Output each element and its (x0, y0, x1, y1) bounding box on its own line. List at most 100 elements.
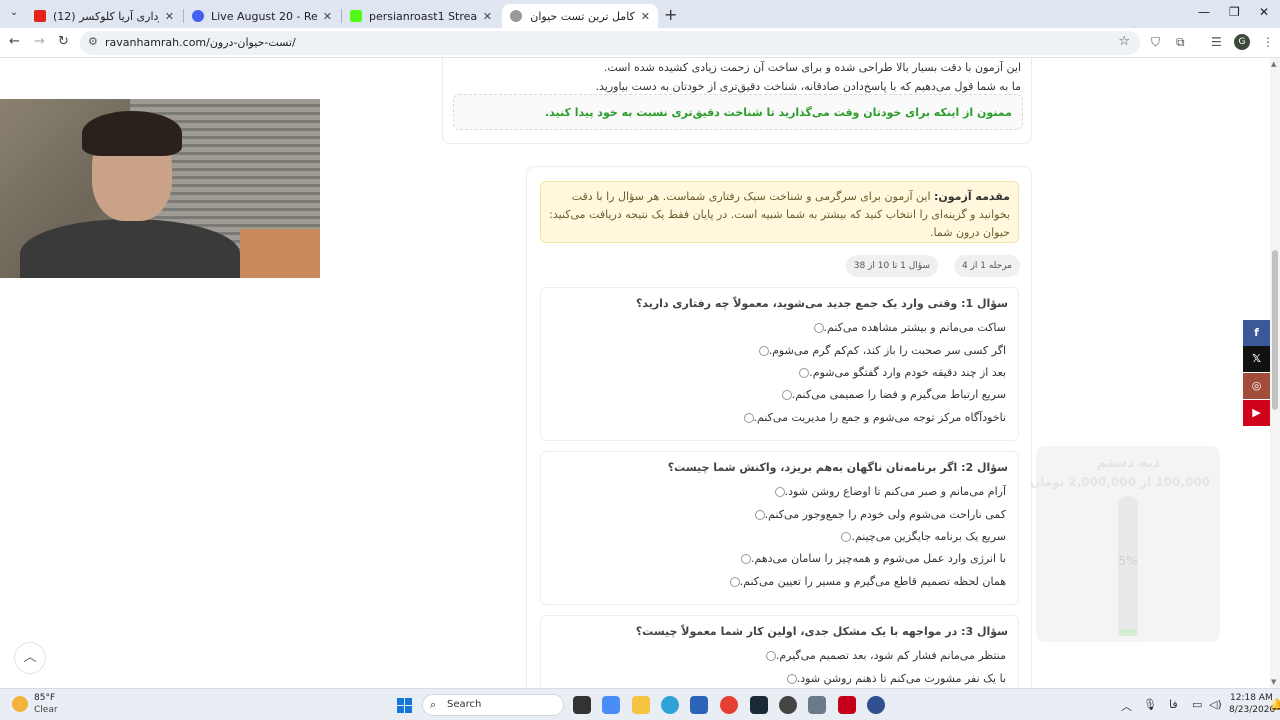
profile-avatar[interactable]: G (1234, 34, 1250, 50)
new-tab-icon[interactable]: + (664, 5, 677, 24)
answer-option[interactable]: ناخودآگاه مرکز توجه می‌شوم و جمع را مدیر… (737, 411, 1006, 424)
answer-option[interactable]: همان لحظه تصمیم قاطع می‌گیرم و مسیر را ت… (723, 575, 1006, 588)
tab-search-icon[interactable]: ⌄ (6, 5, 22, 21)
tray-chevron-icon[interactable]: ︿ (1121, 698, 1132, 714)
radio-button[interactable] (774, 486, 785, 497)
answer-option[interactable]: ساکت می‌مانم و بیشتر مشاهده می‌کنم. (807, 321, 1007, 334)
answer-option[interactable]: سریع ارتباط می‌گیرم و فضا را صمیمی می‌کن… (775, 388, 1006, 401)
answer-option[interactable]: اگر کسی سر صحبت را باز کند، کم‌کم گرم می… (752, 344, 1006, 357)
answer-option[interactable]: با انرژی وارد عمل می‌شوم و همه‌چیز را سا… (734, 552, 1006, 565)
scroll-up-icon[interactable]: ▲ (1271, 60, 1276, 68)
donation-widget[interactable]: دیه دستم 100,000 از 2,000,000 تومان 5% (1030, 446, 1220, 642)
radio-button[interactable] (781, 389, 792, 400)
radio-button[interactable] (813, 322, 824, 333)
radio-button[interactable] (743, 412, 754, 423)
taskbar-search[interactable]: ⌕ Search (422, 694, 564, 716)
option-label: کمی ناراحت می‌شوم ولی خودم را جمع‌وجور م… (764, 508, 1006, 521)
radio-button[interactable] (799, 367, 810, 378)
start-button[interactable] (397, 698, 412, 713)
scroll-down-icon[interactable]: ▼ (1271, 678, 1276, 686)
answer-option[interactable]: بعد از چند دقیقه خودم وارد گفتگو می‌شوم. (792, 366, 1006, 379)
question-card: سؤال 1: وقتی وارد یک جمع جدید می‌شوید، م… (540, 287, 1019, 441)
answer-option[interactable]: با یک نفر مشورت می‌کنم تا ذهنم روشن شود. (780, 672, 1006, 685)
notification-icon[interactable]: 🔔 (1270, 698, 1280, 711)
option-label: سریع ارتباط می‌گیرم و فضا را صمیمی می‌کن… (791, 388, 1006, 401)
forward-icon[interactable]: → (34, 34, 45, 49)
close-window-icon[interactable]: ✕ (1259, 5, 1269, 19)
media-icon[interactable]: ☰ (1211, 35, 1222, 49)
radio-button[interactable] (765, 650, 776, 661)
weather-description[interactable]: Clear (34, 705, 58, 715)
settings-icon[interactable] (808, 696, 826, 714)
copilot-icon[interactable] (602, 696, 620, 714)
close-tab-icon[interactable]: ✕ (165, 10, 174, 23)
x-icon[interactable]: 𝕏 (1243, 346, 1270, 372)
background-cloth (240, 229, 320, 278)
answer-option[interactable]: کمی ناراحت می‌شوم ولی خودم را جمع‌وجور م… (748, 508, 1006, 521)
close-tab-icon[interactable]: ✕ (641, 10, 650, 23)
tab-restream[interactable]: Live August 20 - Restream ✕ (184, 4, 340, 28)
store-icon[interactable] (690, 696, 708, 714)
bookmark-star-icon[interactable]: ☆ (1118, 34, 1130, 49)
obs-icon[interactable] (779, 696, 797, 714)
radio-button[interactable] (741, 553, 751, 564)
question-title: سؤال 2: اگر برنامه‌تان ناگهان به‌هم بریز… (667, 461, 1008, 474)
shield-icon[interactable]: ⛉ (1151, 35, 1160, 50)
tab-youtube[interactable]: (12) کلاهبرداری آریا کلوکسر😱 (... ✕ (26, 4, 182, 28)
answer-option[interactable]: آرام می‌مانم و صبر می‌کنم تا اوضاع روشن … (768, 485, 1006, 498)
option-label: اگر کسی سر صحبت را باز کند، کم‌کم گرم می… (768, 344, 1006, 357)
site-info-icon[interactable]: ⚙ (88, 35, 98, 48)
restream-favicon-icon (192, 10, 204, 22)
question-card: سؤال 2: اگر برنامه‌تان ناگهان به‌هم بریز… (540, 451, 1019, 605)
restore-icon[interactable]: ❐ (1229, 5, 1240, 19)
vivaldi-icon[interactable] (838, 696, 856, 714)
language-icon[interactable]: فا (1169, 698, 1178, 711)
chrome-icon[interactable] (720, 696, 738, 714)
donation-progress: 5% (1118, 496, 1138, 636)
thanks-box: ممنون از اینکه برای خودتان وقت می‌گذارید… (453, 94, 1023, 130)
volume-icon[interactable]: ◁) (1209, 698, 1222, 711)
microphone-icon[interactable]: 🎙 (1143, 698, 1157, 711)
file-explorer-icon[interactable] (632, 696, 650, 714)
app-icon[interactable] (867, 696, 885, 714)
edge-icon[interactable] (661, 696, 679, 714)
option-label: ساکت می‌مانم و بیشتر مشاهده می‌کنم. (823, 321, 1007, 334)
search-icon: ⌕ (430, 698, 437, 711)
network-icon[interactable]: ▭ (1192, 698, 1202, 711)
weather-moon-icon[interactable] (12, 696, 28, 712)
radio-button[interactable] (754, 509, 765, 520)
minimize-icon[interactable]: — (1198, 5, 1210, 19)
page-scrollbar[interactable]: ▲ ▼ (1270, 58, 1280, 688)
facebook-icon[interactable]: f (1243, 320, 1270, 346)
tab-ravanhamrah[interactable]: کامل ترین تست حیوان درون - رو... ✕ (502, 4, 658, 28)
radio-button[interactable] (729, 576, 740, 587)
windows-taskbar: 85°F Clear ⌕ Search ︿ 🎙 فا ▭ ◁) 12:18 AM… (0, 688, 1280, 720)
scroll-thumb[interactable] (1272, 250, 1278, 410)
task-view-icon[interactable] (573, 696, 591, 714)
youtube-icon[interactable]: ▶ (1243, 400, 1270, 426)
back-icon[interactable]: ← (9, 34, 20, 49)
instagram-icon[interactable]: ◎ (1243, 373, 1270, 399)
clock-time[interactable]: 12:18 AM (1230, 693, 1273, 703)
clock-date[interactable]: 8/23/2026 (1229, 705, 1275, 715)
tab-kick[interactable]: persianroast1 Stream - Watch L... ✕ (342, 4, 500, 28)
reload-icon[interactable]: ↻ (58, 34, 69, 49)
back-to-top-button[interactable]: ︿ (14, 642, 46, 674)
radio-button[interactable] (841, 531, 852, 542)
step-badge: مرحله 1 از 4 (953, 255, 1020, 277)
url-text[interactable]: ravanhamrah.com/تست-حیوان-درون/ (105, 36, 296, 49)
donation-title: دیه دستم (1096, 455, 1160, 471)
extensions-icon[interactable]: ⧉ (1176, 35, 1185, 50)
question-card: سؤال 3: در مواجهه با یک مشکل جدی، اولین … (540, 615, 1019, 688)
menu-icon[interactable]: ⋮ (1262, 35, 1274, 49)
weather-temperature[interactable]: 85°F (34, 693, 55, 703)
answer-option[interactable]: سریع یک برنامه جایگزین می‌چینم. (834, 530, 1006, 543)
close-tab-icon[interactable]: ✕ (323, 10, 332, 23)
thanks-text: ممنون از اینکه برای خودتان وقت می‌گذارید… (544, 106, 1012, 119)
radio-button[interactable] (786, 673, 797, 684)
radio-button[interactable] (758, 345, 769, 356)
steam-icon[interactable] (750, 696, 768, 714)
close-tab-icon[interactable]: ✕ (483, 10, 492, 23)
address-bar[interactable]: ⚙ ravanhamrah.com/تست-حیوان-درون/ ☆ (80, 31, 1140, 55)
answer-option[interactable]: منتظر می‌مانم فشار کم شود، بعد تصمیم می‌… (759, 649, 1006, 662)
